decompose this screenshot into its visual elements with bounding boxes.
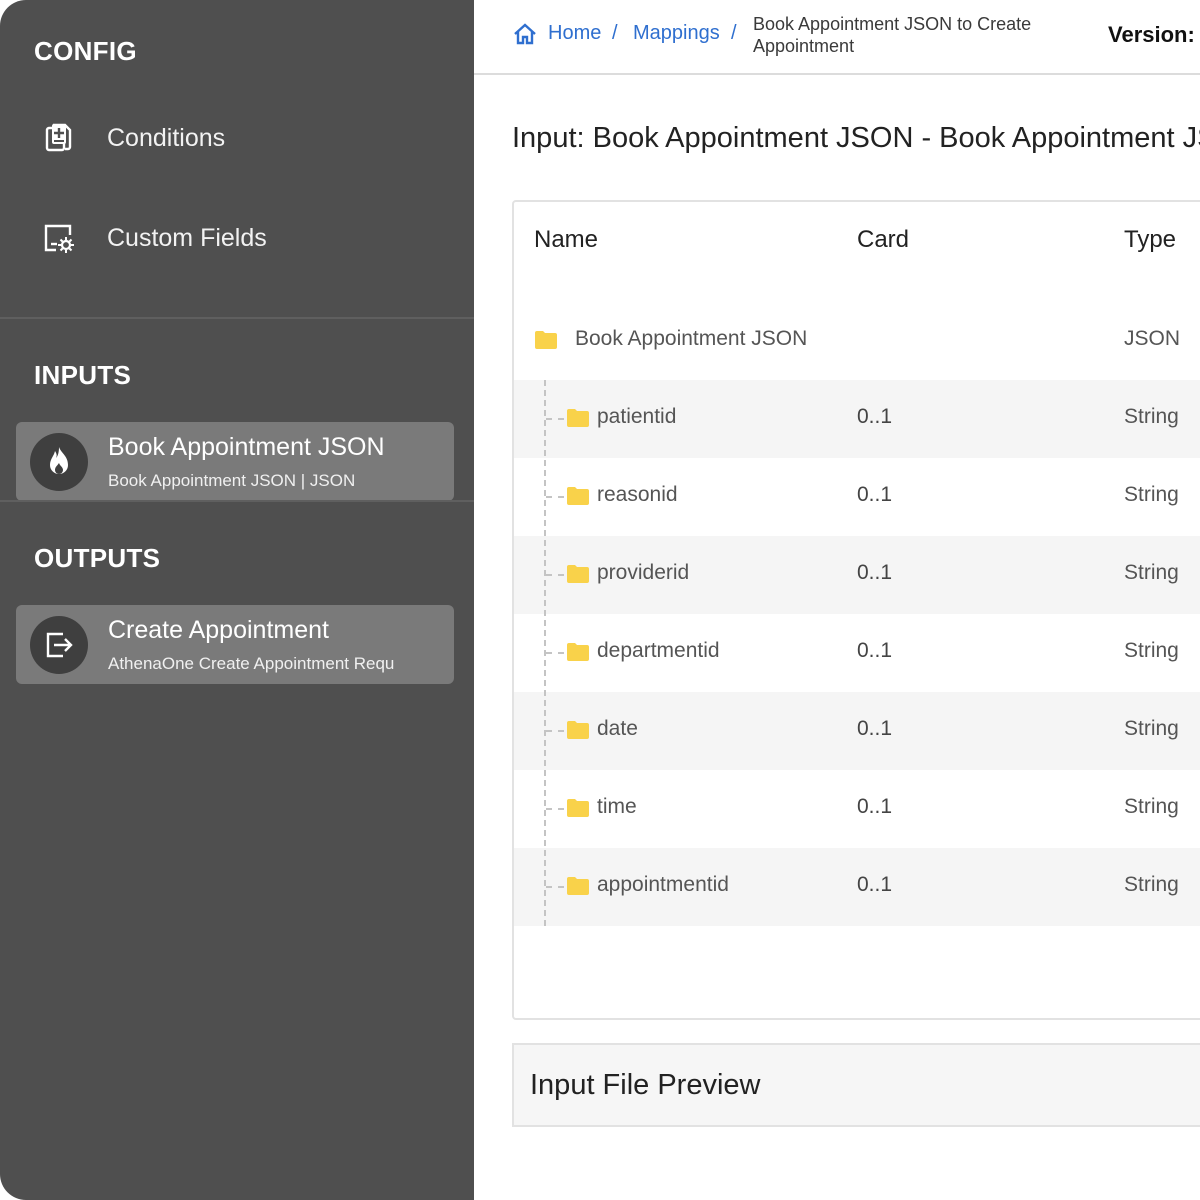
output-card-title: Create Appointment <box>108 615 329 644</box>
input-card-subtitle: Book Appointment JSON | JSON <box>108 470 356 490</box>
schema-table: Name Card Type Book Appointment JSON JSO… <box>512 200 1200 1020</box>
row-type: String <box>1124 717 1179 740</box>
table-row[interactable]: reasonid 0..1 String <box>514 458 1200 536</box>
row-card: 0..1 <box>857 639 893 662</box>
row-name: patientid <box>597 405 677 428</box>
breadcrumb-separator: / <box>612 22 618 44</box>
row-name: reasonid <box>597 483 678 506</box>
sidebar-divider <box>0 317 474 319</box>
tree-guide-line <box>544 380 546 926</box>
folder-icon <box>566 408 590 428</box>
export-icon <box>30 615 88 674</box>
breadcrumb-home-link[interactable]: Home <box>548 22 601 45</box>
table-row[interactable]: date 0..1 String <box>514 692 1200 770</box>
tree-root-type: JSON <box>1124 327 1181 350</box>
column-header-type: Type <box>1124 226 1177 253</box>
table-row[interactable]: providerid 0..1 String <box>514 536 1200 614</box>
tree-branch-line <box>546 730 564 732</box>
tree-root-row[interactable]: Book Appointment JSON JSON <box>514 302 1200 380</box>
tree-root-name: Book Appointment JSON <box>575 327 808 350</box>
config-section-title: CONFIG <box>34 36 137 66</box>
row-card: 0..1 <box>857 483 893 506</box>
row-card: 0..1 <box>857 561 893 584</box>
table-row[interactable]: patientid 0..1 String <box>514 380 1200 458</box>
document-add-icon <box>42 121 76 155</box>
header: Home / Mappings / Book Appointment JSON … <box>474 0 1200 75</box>
form-settings-icon <box>42 221 76 255</box>
row-card: 0..1 <box>857 405 893 428</box>
row-type: String <box>1124 561 1179 584</box>
row-type: String <box>1124 483 1179 506</box>
output-card-subtitle: AthenaOne Create Appointment Requ <box>108 653 395 673</box>
row-card: 0..1 <box>857 873 893 896</box>
outputs-section-title: OUTPUTS <box>34 543 161 573</box>
tree-branch-line <box>546 496 564 498</box>
breadcrumb-mappings-link[interactable]: Mappings <box>633 22 720 45</box>
tree-branch-line <box>546 652 564 654</box>
breadcrumb-current: Book Appointment JSON to Create Appointm… <box>753 14 1032 56</box>
home-icon[interactable] <box>512 22 538 51</box>
row-type: String <box>1124 795 1179 818</box>
input-card-title: Book Appointment JSON <box>108 432 385 461</box>
sidebar-item-label: Custom Fields <box>107 223 267 252</box>
sidebar-item-label: Conditions <box>107 123 226 152</box>
input-file-preview-panel[interactable]: Input File Preview <box>512 1043 1200 1127</box>
row-type: String <box>1124 873 1179 896</box>
breadcrumb-separator: / <box>731 22 737 44</box>
inputs-section-title: INPUTS <box>34 360 132 390</box>
tree-branch-line <box>546 574 564 576</box>
sidebar-item-custom-fields[interactable]: Custom Fields <box>0 203 474 273</box>
sidebar-item-conditions[interactable]: Conditions <box>0 103 474 173</box>
row-type: String <box>1124 639 1179 662</box>
input-card-book-appointment[interactable]: Book Appointment JSON Book Appointment J… <box>16 422 454 501</box>
app-window: CONFIG Conditions Custom Fields INPUTS B… <box>0 0 1200 1200</box>
row-name: time <box>597 795 637 818</box>
sidebar-divider <box>0 500 474 502</box>
folder-icon <box>566 798 590 818</box>
row-name: appointmentid <box>597 873 729 896</box>
row-card: 0..1 <box>857 717 893 740</box>
row-card: 0..1 <box>857 795 893 818</box>
column-header-name: Name <box>534 226 599 253</box>
tree-branch-line <box>546 808 564 810</box>
table-row[interactable]: time 0..1 String <box>514 770 1200 848</box>
tree-branch-line <box>546 418 564 420</box>
folder-icon <box>566 720 590 740</box>
row-name: departmentid <box>597 639 720 662</box>
column-header-card: Card <box>857 226 910 253</box>
folder-icon <box>566 642 590 662</box>
folder-icon <box>566 876 590 896</box>
sidebar: CONFIG Conditions Custom Fields INPUTS B… <box>0 0 474 1200</box>
row-name: date <box>597 717 638 740</box>
output-card-create-appointment[interactable]: Create Appointment AthenaOne Create Appo… <box>16 605 454 684</box>
page-title: Input: Book Appointment JSON - Book Appo… <box>512 122 1200 154</box>
folder-icon <box>566 486 590 506</box>
input-file-preview-title: Input File Preview <box>530 1069 761 1101</box>
row-name: providerid <box>597 561 690 584</box>
table-row[interactable]: appointmentid 0..1 String <box>514 848 1200 926</box>
version-label: Version: <box>1108 22 1195 47</box>
folder-icon <box>566 564 590 584</box>
table-row[interactable]: departmentid 0..1 String <box>514 614 1200 692</box>
folder-icon <box>534 330 558 350</box>
tree-branch-line <box>546 886 564 888</box>
row-type: String <box>1124 405 1179 428</box>
flame-icon <box>30 432 88 491</box>
